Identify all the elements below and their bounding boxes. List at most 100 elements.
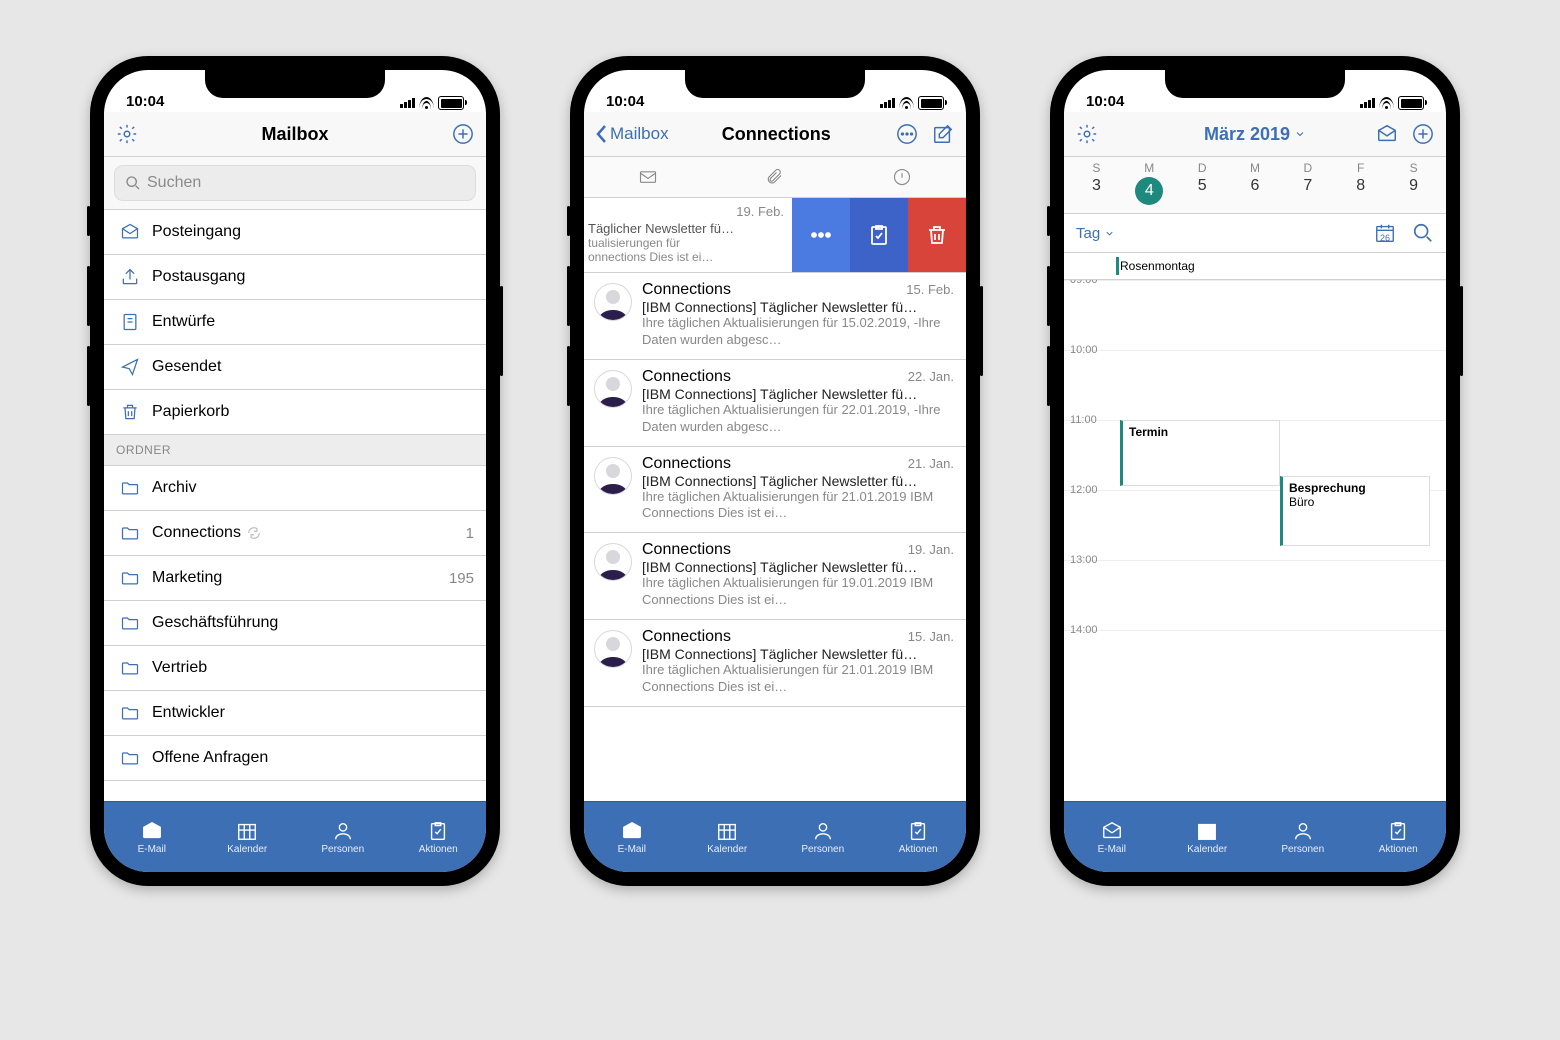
tab-people[interactable]: Personen bbox=[295, 802, 391, 872]
search-container: Suchen bbox=[104, 157, 486, 210]
hour-label: 12:00 bbox=[1070, 484, 1098, 496]
battery-icon bbox=[438, 96, 464, 110]
nav-bar: März 2019 bbox=[1064, 112, 1446, 157]
message-date: 19. Feb. bbox=[588, 204, 784, 219]
plus-icon[interactable] bbox=[1412, 123, 1434, 145]
gear-icon[interactable] bbox=[1076, 123, 1098, 145]
message-list[interactable]: 19. Feb. Täglicher Newsletter fü… tualis… bbox=[584, 198, 966, 801]
tab-people[interactable]: Personen bbox=[775, 802, 871, 872]
plus-icon[interactable] bbox=[452, 123, 474, 145]
system-folder-row[interactable]: Posteingang bbox=[104, 210, 486, 255]
folder-row[interactable]: Marketing 195 bbox=[104, 556, 486, 601]
signal-icon bbox=[400, 98, 415, 108]
more-options-icon[interactable] bbox=[896, 123, 918, 145]
tab-calendar[interactable]: Kalender bbox=[200, 802, 296, 872]
tab-people[interactable]: Personen bbox=[1255, 802, 1351, 872]
swiped-message-row[interactable]: 19. Feb. Täglicher Newsletter fü… tualis… bbox=[584, 198, 966, 273]
hour-label: 09:00 bbox=[1070, 280, 1098, 286]
folder-row[interactable]: Geschäftsführung bbox=[104, 601, 486, 646]
mailbox-list[interactable]: Posteingang Postausgang Entwürfe Gesende… bbox=[104, 210, 486, 801]
message-row[interactable]: Connections15. Jan. [IBM Connections] Tä… bbox=[584, 620, 966, 707]
folder-label: Entwickler bbox=[152, 704, 225, 722]
folder-label: Papierkorb bbox=[152, 403, 229, 421]
inbox-icon[interactable] bbox=[1376, 123, 1398, 145]
signal-icon bbox=[880, 98, 895, 108]
today-icon[interactable]: 26 bbox=[1374, 222, 1396, 244]
tab-label: Kalender bbox=[707, 844, 747, 855]
hour-label: 10:00 bbox=[1070, 344, 1098, 356]
search-input[interactable]: Suchen bbox=[114, 165, 476, 201]
calendar-grid[interactable]: 09:0010:0011:0012:0013:0014:00TerminBesp… bbox=[1064, 280, 1446, 801]
folder-icon bbox=[116, 703, 144, 723]
weekday-label: D bbox=[1176, 161, 1229, 175]
avatar bbox=[594, 457, 632, 495]
day-number: 7 bbox=[1303, 177, 1312, 194]
status-time: 10:04 bbox=[606, 93, 644, 110]
message-row[interactable]: Connections19. Jan. [IBM Connections] Tä… bbox=[584, 533, 966, 620]
folder-row[interactable]: Vertrieb bbox=[104, 646, 486, 691]
back-button[interactable]: Mailbox bbox=[596, 124, 669, 144]
avatar bbox=[594, 283, 632, 321]
tab-calendar[interactable]: Kalender bbox=[680, 802, 776, 872]
tab-label: E-Mail bbox=[1098, 844, 1126, 855]
message-date: 15. Jan. bbox=[908, 629, 954, 644]
folders-section-header: ORDNER bbox=[104, 435, 486, 466]
day-cell[interactable]: 3 bbox=[1070, 177, 1123, 205]
search-icon[interactable] bbox=[1412, 222, 1434, 244]
hour-row: 10:00 bbox=[1064, 350, 1446, 421]
day-cell[interactable]: 9 bbox=[1387, 177, 1440, 205]
message-subject: [IBM Connections] Täglicher Newsletter f… bbox=[642, 646, 954, 662]
system-folder-row[interactable]: Entwürfe bbox=[104, 300, 486, 345]
folder-icon bbox=[116, 478, 144, 498]
allday-title: Rosenmontag bbox=[1120, 259, 1195, 273]
calendar-event[interactable]: Termin bbox=[1120, 420, 1280, 486]
tab-actions[interactable]: Aktionen bbox=[871, 802, 967, 872]
folder-row[interactable]: Connections 1 bbox=[104, 511, 486, 556]
folder-icon bbox=[116, 748, 144, 768]
allday-row[interactable]: Rosenmontag bbox=[1064, 253, 1446, 280]
tab-calendar[interactable]: Kalender bbox=[1160, 802, 1256, 872]
folder-row[interactable]: Offene Anfragen bbox=[104, 736, 486, 781]
tab-email[interactable]: E-Mail bbox=[1064, 802, 1160, 872]
day-cell[interactable]: 6 bbox=[1229, 177, 1282, 205]
day-cell[interactable]: 8 bbox=[1334, 177, 1387, 205]
event-title: Besprechung bbox=[1289, 481, 1423, 495]
filter-unread[interactable] bbox=[584, 157, 711, 197]
day-cell[interactable]: 7 bbox=[1281, 177, 1334, 205]
message-preview: Ihre täglichen Aktualisierungen für 22.0… bbox=[642, 402, 954, 436]
message-row[interactable]: Connections22. Jan. [IBM Connections] Tä… bbox=[584, 360, 966, 447]
notch bbox=[1165, 70, 1345, 98]
message-from: Connections bbox=[642, 281, 731, 299]
month-picker[interactable]: März 2019 bbox=[1204, 124, 1306, 145]
month-label: März 2019 bbox=[1204, 124, 1290, 145]
message-preview: Ihre täglichen Aktualisierungen für 21.0… bbox=[642, 489, 954, 523]
folder-row[interactable]: Archiv bbox=[104, 466, 486, 511]
system-folder-row[interactable]: Gesendet bbox=[104, 345, 486, 390]
view-picker[interactable]: Tag bbox=[1076, 225, 1115, 242]
swipe-delete-button[interactable] bbox=[908, 198, 966, 272]
tab-email[interactable]: E-Mail bbox=[104, 802, 200, 872]
system-folder-row[interactable]: Papierkorb bbox=[104, 390, 486, 435]
compose-icon[interactable] bbox=[932, 123, 954, 145]
swipe-more-button[interactable] bbox=[792, 198, 850, 272]
filter-attachments[interactable] bbox=[711, 157, 838, 197]
folder-count: 1 bbox=[466, 525, 474, 542]
tab-actions[interactable]: Aktionen bbox=[1351, 802, 1447, 872]
message-row[interactable]: Connections15. Feb. [IBM Connections] Tä… bbox=[584, 273, 966, 360]
message-row[interactable]: Connections21. Jan. [IBM Connections] Tä… bbox=[584, 447, 966, 534]
system-folder-row[interactable]: Postausgang bbox=[104, 255, 486, 300]
folder-label: Offene Anfragen bbox=[152, 749, 268, 767]
day-cell[interactable]: 4 bbox=[1123, 177, 1176, 205]
nav-title: Mailbox bbox=[261, 124, 328, 145]
filter-important[interactable] bbox=[839, 157, 966, 197]
gear-icon[interactable] bbox=[116, 123, 138, 145]
status-time: 10:04 bbox=[1086, 93, 1124, 110]
swipe-task-button[interactable] bbox=[850, 198, 908, 272]
tab-actions[interactable]: Aktionen bbox=[391, 802, 487, 872]
calendar-event[interactable]: BesprechungBüro bbox=[1280, 476, 1430, 546]
folder-icon bbox=[116, 613, 144, 633]
tab-email[interactable]: E-Mail bbox=[584, 802, 680, 872]
day-cell[interactable]: 5 bbox=[1176, 177, 1229, 205]
folder-row[interactable]: Entwickler bbox=[104, 691, 486, 736]
weekday-row: SMDMDFS bbox=[1064, 157, 1446, 175]
